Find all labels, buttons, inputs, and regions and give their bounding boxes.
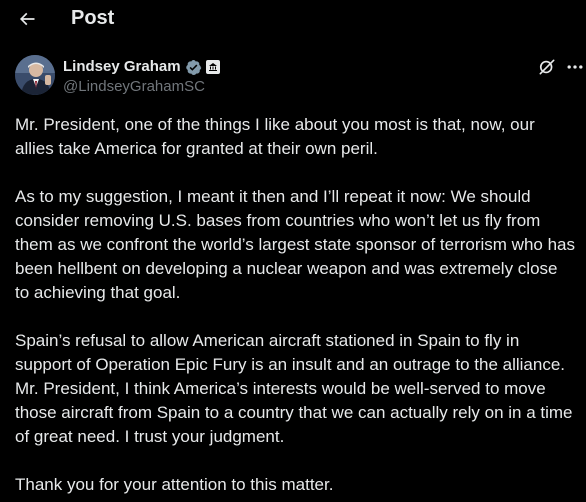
more-icon xyxy=(567,65,583,69)
avatar[interactable] xyxy=(15,55,55,95)
post-paragraph: Thank you for your attention to this mat… xyxy=(15,475,334,494)
grok-button[interactable] xyxy=(535,55,559,79)
government-badge-icon[interactable] xyxy=(205,60,220,74)
post-paragraph: As to my suggestion, I meant it then and… xyxy=(15,187,575,302)
grok-icon xyxy=(539,59,555,75)
author-handle[interactable]: @LindseyGrahamSC xyxy=(63,77,205,97)
back-button[interactable] xyxy=(14,6,40,32)
post-paragraph: Spain’s refusal to allow American aircra… xyxy=(15,331,573,446)
name-row: Lindsey Graham xyxy=(63,57,220,77)
more-button[interactable] xyxy=(563,55,586,79)
top-bar: Post xyxy=(0,0,586,40)
post-author: Lindsey Graham @LindseyGrahamSC xyxy=(15,55,583,99)
verified-badge-icon[interactable] xyxy=(185,59,202,76)
page-title: Post xyxy=(71,7,115,29)
post-text: Mr. President, one of the things I like … xyxy=(15,113,575,497)
post-paragraph: Mr. President, one of the things I like … xyxy=(15,115,535,158)
author-name[interactable]: Lindsey Graham xyxy=(63,57,181,77)
avatar-image xyxy=(15,55,55,95)
arrow-left-icon xyxy=(19,12,35,26)
